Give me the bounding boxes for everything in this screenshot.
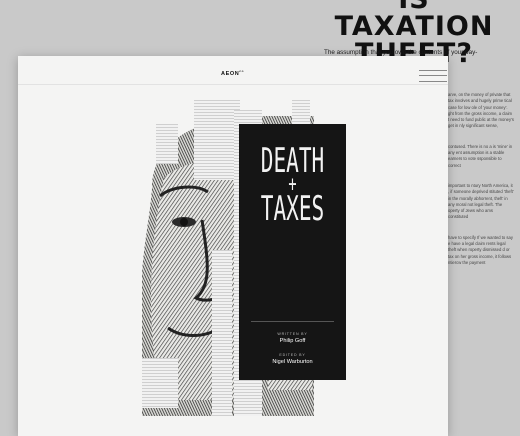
title-taxes: TAXES: [260, 189, 325, 229]
editor-name[interactable]: Nigel Warburton: [239, 359, 346, 365]
article-title-line1: IS TAXATION: [334, 0, 494, 42]
newspaper-strip: [212, 250, 232, 416]
top-nav: AEONco: [18, 56, 448, 85]
hamburger-menu-icon[interactable]: [419, 70, 447, 82]
newspaper-strip: [156, 124, 178, 164]
panel-title: DEATH + TAXES: [259, 144, 325, 229]
article-paragraph: contused. There is no a is 'mine' in any…: [448, 143, 513, 168]
aeon-logo[interactable]: AEONco: [221, 69, 244, 77]
article-paragraph: important to ntury North America, it , i…: [448, 182, 514, 220]
panel-divider: [251, 321, 334, 322]
title-panel: DEATH + TAXES WRITTEN BY Philip Goff EDI…: [239, 124, 346, 380]
article-body-column: arve, on the money of private that tax i…: [448, 92, 514, 274]
newspaper-strip: [142, 358, 178, 408]
logo-superscript: co: [239, 69, 244, 73]
article-paragraph: have to specify If we wanted to say e ha…: [448, 234, 513, 265]
author-name[interactable]: Philip Goff: [239, 338, 346, 344]
written-by-label: WRITTEN BY: [277, 332, 308, 336]
article-paragraph: arve, on the money of private that tax i…: [448, 92, 514, 129]
edited-by-label: EDITED BY: [279, 353, 306, 357]
logo-text: AEON: [221, 70, 240, 77]
